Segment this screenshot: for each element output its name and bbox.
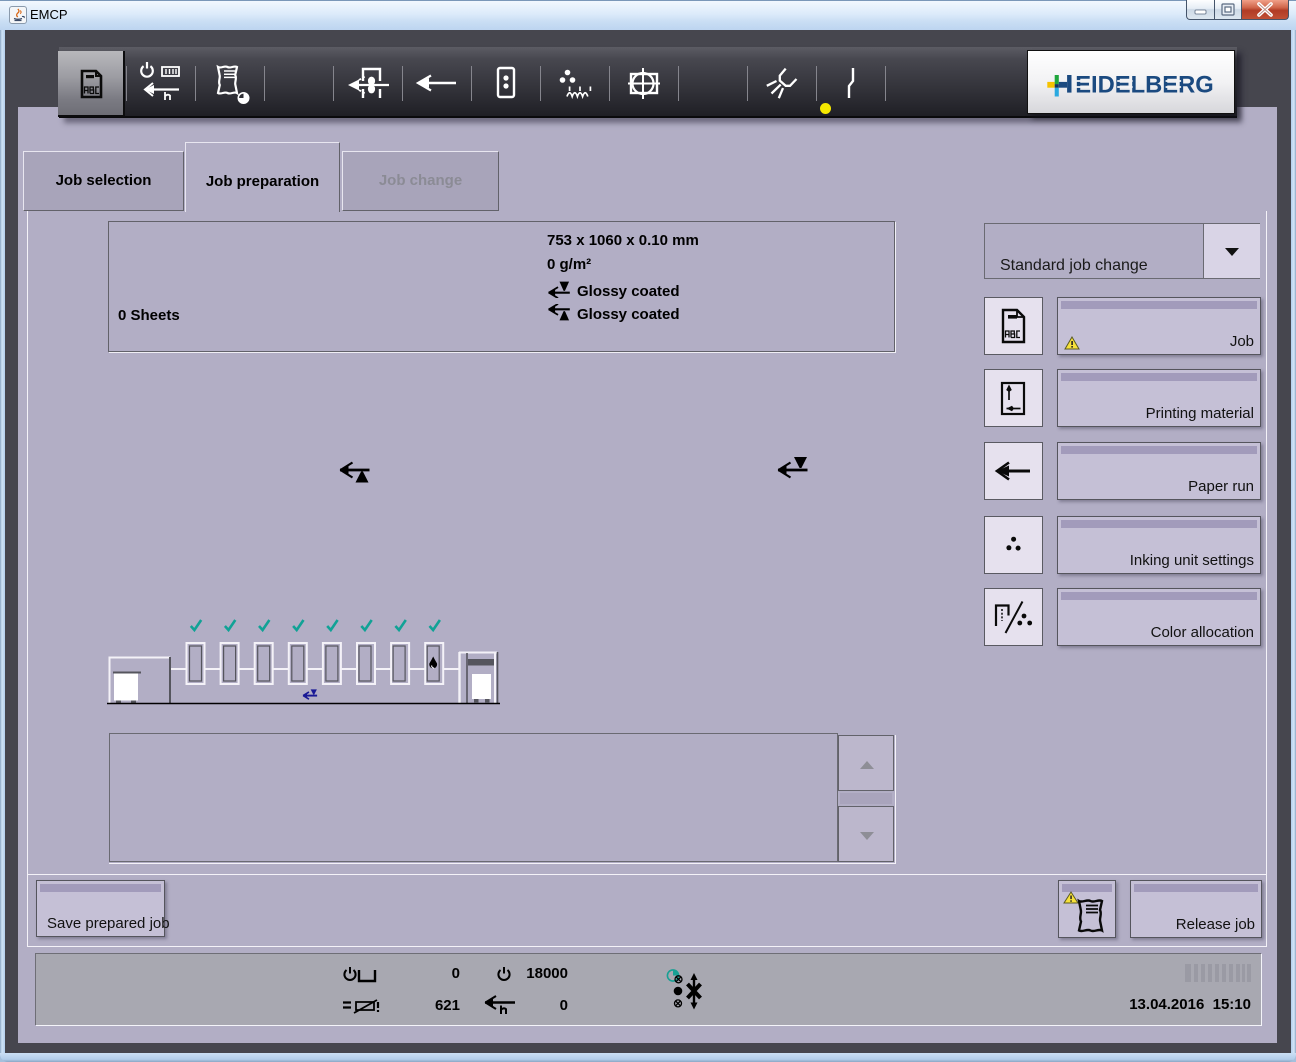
svg-text:EIDELBERG: EIDELBERG: [1075, 72, 1214, 99]
